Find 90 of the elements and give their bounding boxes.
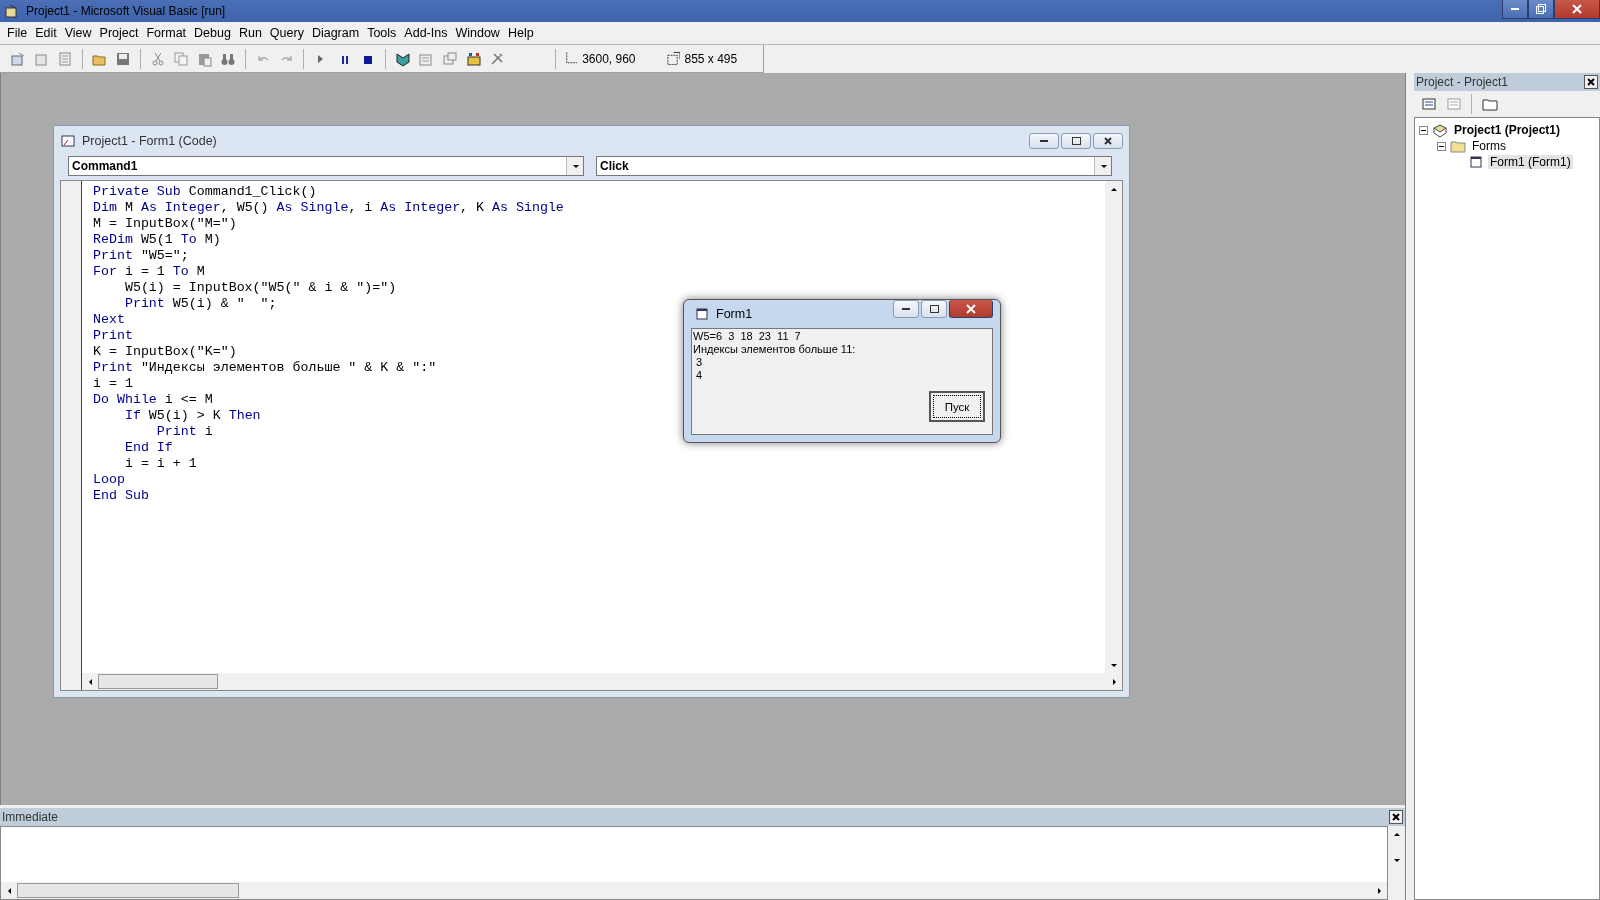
code-line: If W5(i) > K Then	[123, 408, 261, 424]
menu-item[interactable]: Add-Ins	[400, 26, 452, 40]
pane-title: Project - Project1	[1416, 75, 1509, 89]
position-readout: 3600, 960	[582, 51, 636, 66]
size-readout: 855 x 495	[684, 51, 738, 66]
code-line: Private Sub Command1_Click()	[93, 184, 317, 200]
immediate-input[interactable]	[0, 826, 1388, 900]
menu-item[interactable]: View	[60, 26, 96, 40]
copy-icon	[173, 50, 190, 67]
maximize-button[interactable]	[1061, 133, 1091, 149]
horizontal-scrollbar[interactable]	[82, 673, 1122, 690]
code-line: Print "W5=";	[93, 248, 189, 264]
close-button[interactable]	[1093, 133, 1123, 149]
form-icon	[1468, 154, 1484, 170]
output-line: 3	[695, 356, 703, 369]
menu-item[interactable]: Run	[234, 26, 266, 40]
code-line: Dim M As Integer, W5() As Single, i As Integer, K As Single	[93, 200, 564, 216]
procedure-dropdown[interactable]: Click	[596, 156, 1112, 176]
menu-item[interactable]: Query	[265, 26, 308, 40]
start-button[interactable]: Пуск	[929, 391, 985, 422]
maximize-button[interactable]	[921, 300, 947, 318]
folder-icon	[1481, 96, 1498, 112]
tree-item[interactable]: Form1 (Form1)	[1488, 155, 1573, 169]
code-line: Print	[93, 328, 133, 344]
menu-item[interactable]: Tools	[363, 26, 401, 40]
minimize-icon	[1040, 140, 1048, 142]
minimize-icon	[902, 308, 910, 310]
window-title: Project1 - Microsoft Visual Basic [run]	[26, 4, 226, 18]
form-icon	[694, 306, 710, 322]
code-line: i = i + 1	[123, 456, 197, 472]
menu-item[interactable]: Diagram	[307, 26, 364, 40]
close-icon	[1587, 78, 1595, 86]
tree-item[interactable]: Forms	[1470, 139, 1508, 153]
vertical-scrollbar[interactable]	[1105, 181, 1122, 673]
code-line: W5(i) = InputBox("W5(" & i & ")=")	[123, 280, 397, 296]
save-icon	[115, 50, 132, 67]
menu-item[interactable]: Format	[142, 26, 191, 40]
close-icon	[1104, 137, 1112, 145]
code-line: i = 1	[93, 376, 133, 392]
maximize-icon	[929, 305, 939, 313]
tree-item[interactable]: Project1 (Project1)	[1452, 123, 1563, 137]
dropdown-button[interactable]	[1094, 157, 1111, 175]
object-dropdown[interactable]: Command1	[68, 156, 584, 176]
close-button[interactable]	[1554, 0, 1600, 19]
menu-item[interactable]: File	[3, 26, 32, 40]
output-line: Индексы элементов больше 11:	[693, 343, 856, 356]
form-title: Form1	[716, 307, 753, 321]
maximize-icon	[1071, 137, 1081, 145]
code-line: Print W5(i) & " ";	[123, 296, 277, 312]
collapse-toggle[interactable]	[1419, 125, 1428, 135]
code-line: Do While i <= M	[93, 392, 213, 408]
minimize-button[interactable]	[1029, 133, 1059, 149]
code-line: ReDim W5(1 To M)	[93, 232, 221, 248]
output-line: 4	[695, 369, 703, 382]
code-window-icon	[60, 133, 76, 149]
menu-item[interactable]: Window	[451, 26, 504, 40]
menu-item[interactable]: Edit	[31, 26, 61, 40]
code-window-title: Project1 - Form1 (Code)	[82, 134, 217, 148]
code-line: Print i	[155, 424, 213, 440]
close-icon	[966, 303, 976, 314]
code-line: End Sub	[93, 488, 149, 504]
close-button[interactable]	[949, 300, 993, 318]
code-line: End If	[123, 440, 173, 456]
pane-title: Immediate	[2, 810, 59, 824]
menu-item[interactable]: Help	[503, 26, 538, 40]
output-line: W5=6 3 18 23 11 7	[693, 330, 801, 343]
close-button[interactable]	[1584, 75, 1598, 89]
restore-button[interactable]	[1528, 0, 1554, 19]
dropdown-button[interactable]	[566, 157, 583, 175]
code-line: M = InputBox("M=")	[93, 216, 237, 232]
code-line: Next	[93, 312, 125, 328]
close-icon	[1572, 4, 1582, 14]
code-line: Print "Индексы элементов больше " & K & ":"	[93, 360, 437, 376]
code-line: For i = 1 To M	[93, 264, 205, 280]
scissors-icon	[149, 50, 166, 67]
menu-item[interactable]: Project	[95, 26, 143, 40]
close-button[interactable]	[1389, 810, 1403, 824]
code-line: K = InputBox("K=")	[93, 344, 237, 360]
minimize-icon	[1511, 8, 1519, 10]
horizontal-scrollbar[interactable]	[1, 882, 1387, 899]
collapse-toggle[interactable]	[1437, 141, 1446, 151]
close-icon	[1392, 813, 1400, 821]
restore-icon	[1536, 4, 1546, 14]
minimize-button[interactable]	[893, 300, 919, 318]
folder-icon	[1450, 138, 1466, 154]
menu-item[interactable]: Debug	[190, 26, 235, 40]
app-icon	[4, 3, 20, 19]
play-icon	[318, 53, 325, 64]
minimize-button[interactable]	[1502, 0, 1528, 19]
code-line: Loop	[93, 472, 125, 488]
